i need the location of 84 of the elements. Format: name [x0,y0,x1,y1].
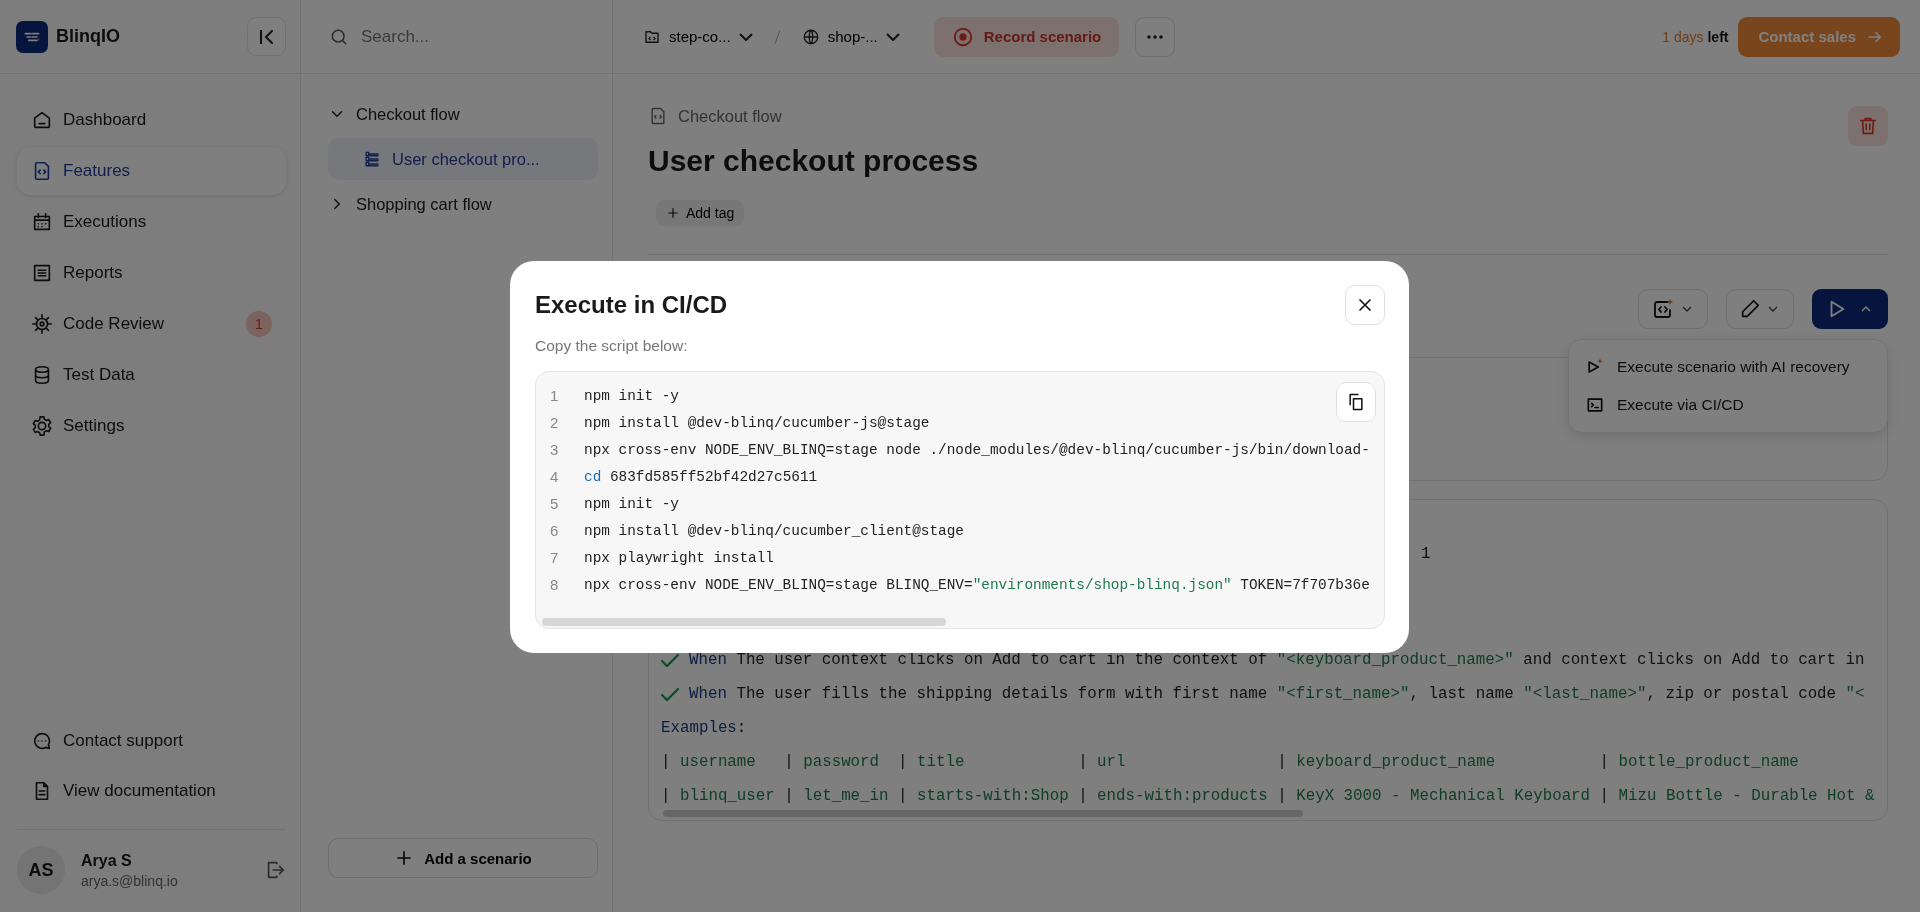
menu-item[interactable]: Execute scenario with AI recovery [1569,348,1887,386]
collapse-sidebar-button[interactable] [247,17,286,56]
scrollbar[interactable] [663,810,1303,817]
code-sparkle-icon [1651,297,1675,321]
edit-dropdown[interactable] [1726,289,1794,329]
nav-item[interactable]: Settings [17,402,286,450]
line-number: 1 [550,387,560,404]
ai-code-dropdown[interactable] [1638,289,1708,329]
user-avatar: AS [17,846,65,894]
code-text: 1 [1421,545,1431,563]
chevron-down-icon [885,32,900,41]
footer-link[interactable]: View documentation [17,767,286,815]
scenario-steps-icon [362,149,382,169]
code-line: | username | password | title | url | keyboard_product_name | bottle_product_name [661,752,1800,773]
gear-icon [31,313,53,335]
more-icon [1147,34,1164,39]
chevron-down-icon [738,32,753,41]
calendar-icon [31,211,53,233]
nav-item[interactable]: Dashboard [17,96,286,144]
search-field[interactable]: Search... [359,25,583,48]
tree-item[interactable]: User checkout pro... [328,138,598,180]
settings-icon [31,415,53,437]
close-button[interactable] [1345,285,1385,325]
breadcrumb-link[interactable]: Checkout flow [678,106,782,126]
copy-button[interactable] [1336,382,1376,422]
scrollbar[interactable] [542,618,946,626]
nav-item[interactable]: Executions [17,198,286,246]
pencil-icon [1739,298,1761,320]
record-scenario-button[interactable]: Record scenario [933,16,1120,57]
copy-icon [1346,392,1366,412]
nav-item[interactable]: Reports [17,249,286,297]
globe-icon [801,27,820,46]
line-number: 4 [550,468,560,485]
code-line: Examples: [661,718,748,739]
feature-title: User checkout process [648,144,979,178]
count-badge: 1 [246,311,272,337]
code-line: npm install @dev-blinq/cucumber_client@stage [584,522,964,539]
nav-item[interactable]: Code Review 1 [17,300,286,348]
tree-folder[interactable]: Shopping cart flow [356,194,492,214]
run-dropdown-button[interactable] [1812,289,1888,329]
nav-item[interactable]: Features [17,147,286,195]
line-number: 2 [550,414,560,431]
house-icon [31,109,53,131]
code-line: cd 683fd585ff52bf42d27c5611 [584,468,818,485]
modal-title: Execute in CI/CD [535,291,728,319]
line-number: 6 [550,522,560,539]
trial-notice: 1 days left [1662,28,1729,45]
record-icon [951,25,974,48]
user-name: Arya S [81,851,133,870]
tree-folder[interactable]: Checkout flow [356,104,460,124]
list-icon [31,262,53,284]
modal-subtitle: Copy the script below: [535,337,689,355]
brand-logo-icon [16,20,48,53]
footer-link[interactable]: Contact support [17,717,286,765]
line-number: 8 [550,576,560,593]
check-icon [661,687,679,701]
code-line: npm init -y [584,495,679,512]
project-dropdown[interactable]: step-co... [637,27,759,46]
check-icon [661,653,679,667]
chat-bubble-icon [31,730,53,752]
user-email: arya.s@blinq.io [81,872,179,889]
add-tag-button[interactable]: Add tag [656,200,745,226]
code-line: npx cross-env NODE_ENV_BLINQ=stage BLINQ_ENV="environments/shop-blinq.json" TOKEN=7f707b36e [584,576,1370,593]
menu-item[interactable]: Execute via CI/CD [1569,386,1887,424]
environment-dropdown[interactable]: shop-... [795,27,906,46]
code-line: npx cross-env NODE_ENV_BLINQ=stage node ./node_modules/@dev-blinq/cucumber-js/bin/download- [584,441,1370,458]
step-text: When The user fills the shipping details form with first name "<first_name>", last name "<last_name>", zip or postal code "< [689,685,1865,703]
line-number: 7 [550,549,560,566]
terminal-icon [1585,395,1605,415]
brand-name: BlinqIO [56,26,121,47]
code-line: npm install @dev-blinq/cucumber-js@stage [584,414,930,431]
add-scenario-button[interactable]: Add a scenario [328,838,598,878]
line-number: 3 [550,441,560,458]
code-line: | blinq_user | let_me_in | starts-with:Shop | ends-with:products | KeyX 3000 - Mechanical Keyboard | Mizu Bottle - Durable Hot & [661,786,1876,807]
line-number: 5 [550,495,560,512]
plus-icon [666,206,680,220]
nav-item[interactable]: Test Data [17,351,286,399]
delete-button[interactable] [1848,106,1888,146]
trash-icon [1857,115,1879,137]
code-line: npx playwright install [584,549,774,566]
code-line: npm init -y [584,387,679,404]
collapse-icon [260,29,273,44]
more-options-button[interactable] [1135,16,1176,57]
code-file-icon [648,106,668,126]
